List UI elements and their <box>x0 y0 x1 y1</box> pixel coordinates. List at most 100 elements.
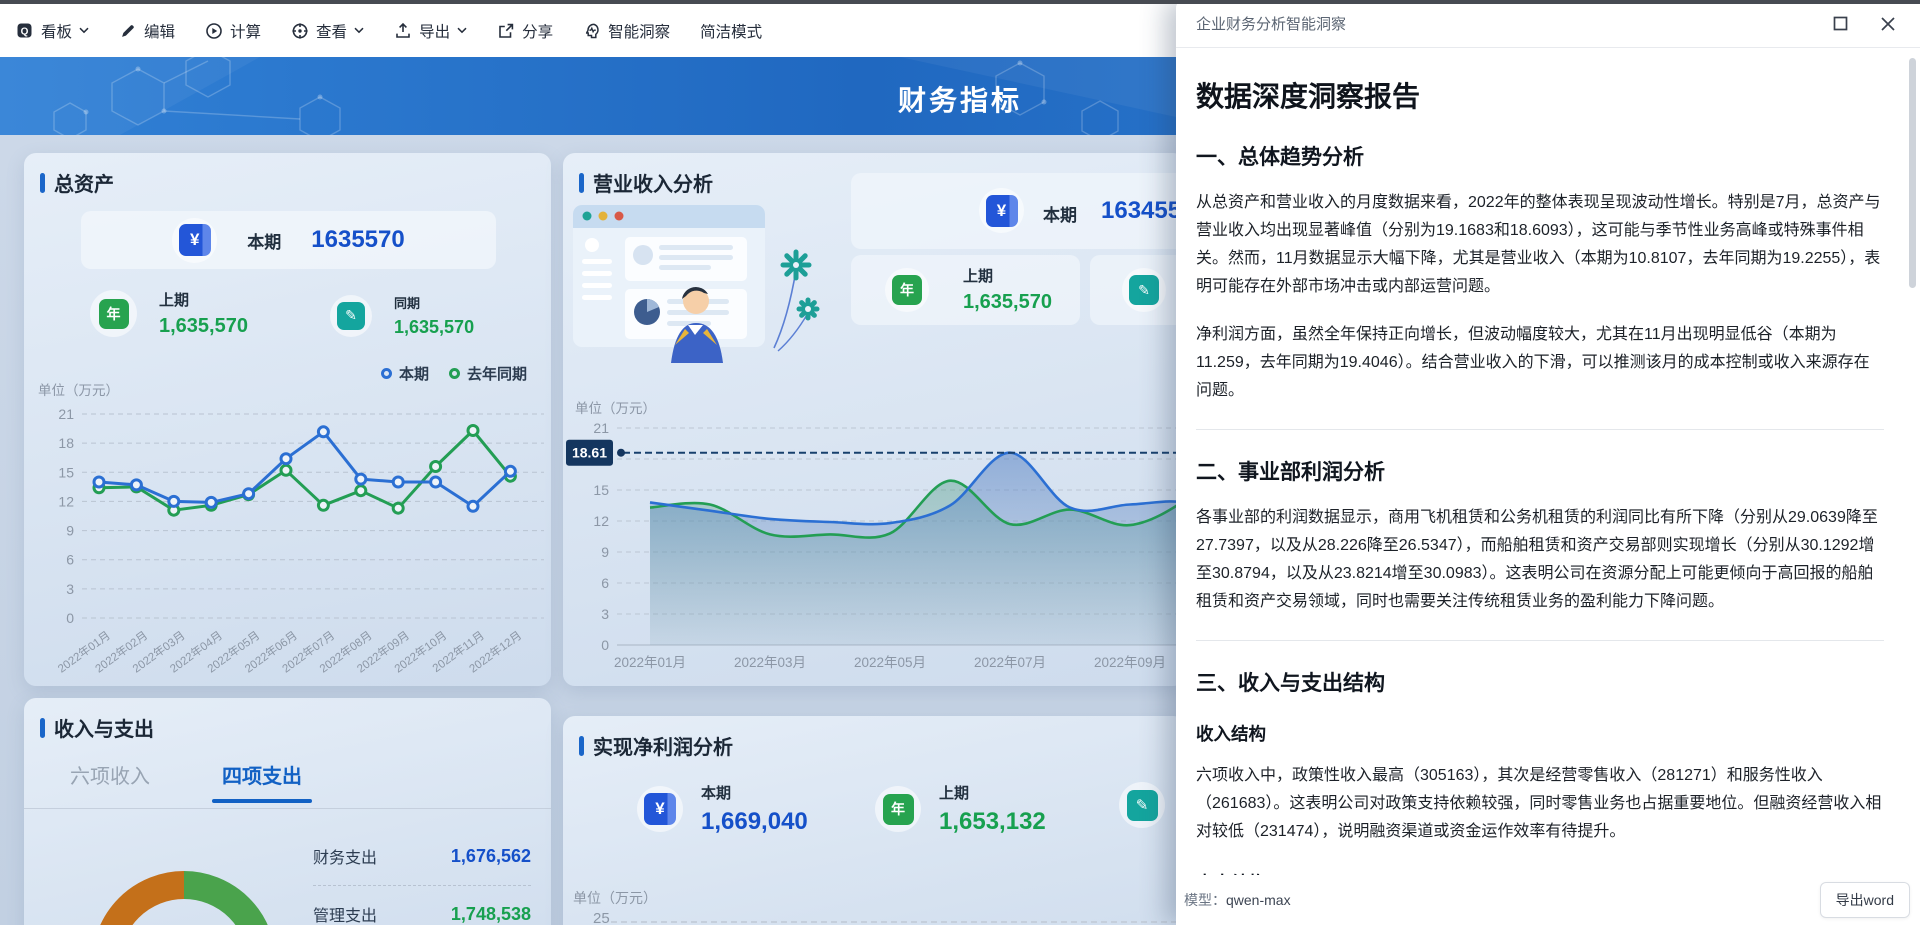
data-point <box>94 477 104 487</box>
y-tick-label: 3 <box>66 581 74 597</box>
card-revenue-analysis: 营业收入分析 ¥ 本期 163455 年 上期 1,635,570 <box>563 153 1185 686</box>
gridline <box>611 921 1177 923</box>
close-icon <box>1880 16 1896 32</box>
toolbar-item-4[interactable]: 查看 <box>291 20 364 42</box>
section-paragraph: 六项收入中，政策性收入最高（305163），其次是经营零售收入（281271）和… <box>1196 762 1884 846</box>
y-tick-label: 0 <box>601 637 609 653</box>
yen-book-icon: ¥ <box>179 224 211 256</box>
stat-label: 上期 <box>939 782 1046 803</box>
card-title: 实现净利润分析 <box>593 731 733 760</box>
kanban-icon: Q <box>16 22 34 40</box>
card-title: 收入与支出 <box>54 713 154 742</box>
section-paragraph: 从总资产和营业收入的月度数据来看，2022年的整体表现呈现波动性增长。特别是7月… <box>1196 189 1884 301</box>
stat-current: ¥ 本期 163455 <box>851 173 1185 249</box>
y-tick-label: 21 <box>593 420 609 436</box>
flower-center <box>793 262 799 268</box>
stat-icon-bubble: 年 <box>885 268 929 312</box>
stat-value: 1635570 <box>311 226 404 254</box>
legend-row-finance[interactable]: 财务支出 1,676,562 <box>313 844 531 868</box>
traffic-dot <box>599 212 608 221</box>
toolbar-item-1[interactable]: Q 看板 <box>16 20 89 42</box>
data-point <box>318 500 328 510</box>
stat-current: ¥ 本期 1635570 <box>81 211 496 269</box>
y-tick-label: 18 <box>58 435 74 451</box>
legend-value: 1,676,562 <box>451 846 531 867</box>
report-body: 数据深度洞察报告 一、总体趋势分析从总资产和营业收入的月度数据来看，2022年的… <box>1176 49 1920 875</box>
app-root: Q看板编辑计算查看导出分享智能洞察简洁模式 财务指标 <box>0 0 1920 925</box>
y-tick-label: 15 <box>58 464 74 480</box>
legend-row-management[interactable]: 管理支出 1,748,538 <box>313 902 531 925</box>
card-title-row: 营业收入分析 <box>579 168 713 197</box>
title-accent-bar <box>579 173 584 193</box>
title-accent-bar <box>579 736 584 756</box>
clipboard-pen-icon: ✎ <box>337 302 365 330</box>
donut-legend: 财务支出 1,676,562 管理支出 1,748,538 <box>313 844 531 925</box>
stat-label: 上期 <box>159 289 248 310</box>
sidebar-line <box>582 271 612 276</box>
panel-header: 企业财务分析智能洞察 <box>1176 0 1920 48</box>
y-tick-label: 6 <box>66 552 74 568</box>
insight-icon <box>583 22 601 40</box>
max-marker-value: 18.61 <box>572 445 607 461</box>
stat-text: 本期 1,669,040 <box>701 782 808 836</box>
maximize-button[interactable] <box>1833 16 1848 31</box>
toolbar-item-label: 看板 <box>41 20 72 42</box>
section-heading-3: 三、收入与支出结构 <box>1196 667 1884 697</box>
toolbar-item-label: 分享 <box>522 20 553 42</box>
toolbar-item-8[interactable]: 简洁模式 <box>700 20 762 42</box>
stat-icon-bubble: ¥ <box>172 218 217 263</box>
stat-icon-bubble: 年 <box>875 786 921 832</box>
toolbar-item-3[interactable]: 计算 <box>205 20 261 42</box>
insight-panel: 企业财务分析智能洞察 数据深度洞察报告 一、总体趋势分析从总资产和营业收入的月度… <box>1176 0 1920 925</box>
stat-icon-bubble: ✎ <box>1122 268 1166 312</box>
card-title-row: 总资产 <box>40 168 114 197</box>
data-point <box>356 486 366 496</box>
data-point <box>169 496 179 506</box>
data-point <box>281 454 291 464</box>
stat-same-period-partial: ✎ <box>1090 255 1185 325</box>
content-avatar <box>633 245 653 265</box>
tab-bar: 六项收入 四项支出 <box>54 760 318 803</box>
tab-six-incomes[interactable]: 六项收入 <box>54 760 166 803</box>
toolbar-item-label: 简洁模式 <box>700 20 762 42</box>
data-point <box>318 427 328 437</box>
toolbar-item-5[interactable]: 导出 <box>394 20 467 42</box>
series-area-本期 <box>650 453 1185 645</box>
section-divider <box>1196 429 1884 430</box>
series-line-去年同期 <box>99 431 510 511</box>
card-title-row: 收入与支出 <box>40 713 154 742</box>
report-sections: 一、总体趋势分析从总资产和营业收入的月度数据来看，2022年的整体表现呈现波动性… <box>1196 141 1884 875</box>
window-controls <box>1833 16 1896 32</box>
stat-label: 本期 <box>701 782 808 803</box>
stat-label: 本期 <box>1043 201 1077 226</box>
legend-marker <box>381 368 392 379</box>
legend-label: 管理支出 <box>313 902 377 925</box>
sidebar-avatar <box>585 238 599 252</box>
card-income-expense: 收入与支出 六项收入 四项支出 财务支出 1,676,562 管理支出 1,74… <box>24 698 551 925</box>
section-paragraph: 各事业部的利润数据显示，商用飞机租赁和公务机租赁的利润同比有所下降（分别从29.… <box>1196 504 1884 616</box>
x-tick-label: 2022年05月 <box>854 655 926 670</box>
close-button[interactable] <box>1880 16 1896 32</box>
toolbar-item-2[interactable]: 编辑 <box>119 20 175 42</box>
toolbar-item-7[interactable]: 智能洞察 <box>583 20 670 42</box>
section-heading-2: 二、事业部利润分析 <box>1196 456 1884 486</box>
traffic-dot <box>583 212 592 221</box>
tab-four-expenses[interactable]: 四项支出 <box>206 760 318 803</box>
year-book-icon: 年 <box>883 794 914 825</box>
toolbar-item-label: 导出 <box>419 20 450 42</box>
sidebar-line <box>582 295 612 300</box>
stat-icon-bubble: ¥ <box>637 786 683 832</box>
window-top-edge <box>0 0 1920 4</box>
y-tick-label: 9 <box>601 544 609 560</box>
maximize-icon <box>1833 16 1848 31</box>
y-tick-label: 21 <box>58 406 74 422</box>
section-divider <box>1196 640 1884 641</box>
view-icon <box>291 22 309 40</box>
stat-same-period-partial: ✎ <box>1119 782 1165 828</box>
stat-icon-bubble: ✎ <box>1119 782 1165 828</box>
report-title: 数据深度洞察报告 <box>1196 75 1884 115</box>
export-word-button[interactable]: 导出word <box>1820 882 1910 918</box>
panel-scrollbar[interactable] <box>1909 58 1916 288</box>
toolbar-item-label: 编辑 <box>144 20 175 42</box>
toolbar-item-6[interactable]: 分享 <box>497 20 553 42</box>
